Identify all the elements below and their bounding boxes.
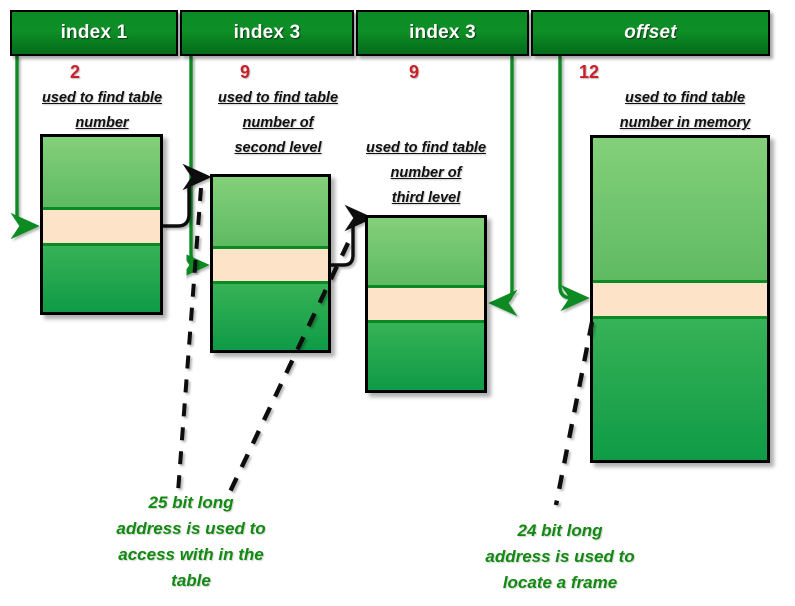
- caption-index-2: used to find table number of second leve…: [198, 86, 358, 161]
- bit-count-index-1: 2: [70, 62, 81, 82]
- note-25-line-1: 25 bit long: [148, 493, 234, 512]
- address-field-index-3-label: index 3: [409, 22, 476, 43]
- note-25-line-4: table: [171, 571, 211, 590]
- caption-index-3: used to find table number of third level: [346, 136, 506, 211]
- note-24-line-1: 24 bit long: [517, 521, 603, 540]
- note-25-line-2: address is used to: [116, 519, 266, 538]
- diagram-canvas: index 1 index 3 index 3 offset 2 9 9 12 …: [0, 0, 795, 606]
- note-25-line-3: access with in the: [118, 545, 264, 564]
- caption-index-2-line-2: number of: [242, 115, 314, 131]
- caption-index-1-line-1: used to find table: [41, 90, 163, 106]
- note-24-line-2: address is used to: [485, 547, 635, 566]
- bit-count-offset: 12: [579, 62, 600, 82]
- note-24-bit-address: 24 bit long address is used to locate a …: [460, 518, 660, 596]
- caption-index-3-line-1: used to find table: [365, 140, 487, 156]
- caption-offset-line-1: used to find table: [624, 90, 746, 106]
- note-25-bit-address: 25 bit long address is used to access wi…: [96, 490, 286, 594]
- caption-index-2-line-3: second level: [234, 140, 322, 156]
- address-field-index-2[interactable]: index 3: [180, 10, 354, 56]
- bit-count-index-3: 9: [409, 62, 420, 82]
- bit-count-index-2: 9: [240, 62, 251, 82]
- address-field-offset-label: offset: [624, 22, 677, 43]
- labels-layer: index 1 index 3 index 3 offset 2 9 9 12 …: [0, 0, 795, 606]
- caption-offset: used to find table number in memory: [600, 86, 770, 136]
- caption-index-3-line-3: third level: [391, 190, 461, 206]
- address-field-offset[interactable]: offset: [531, 10, 770, 56]
- note-24-line-3: locate a frame: [502, 573, 618, 592]
- address-field-index-1[interactable]: index 1: [10, 10, 178, 56]
- address-field-index-2-label: index 3: [233, 22, 301, 43]
- caption-index-1: used to find table number: [22, 86, 182, 136]
- address-field-index-1-label: index 1: [60, 22, 128, 43]
- caption-index-1-line-2: number: [75, 115, 129, 131]
- caption-offset-line-2: number in memory: [619, 115, 751, 131]
- caption-index-2-line-1: used to find table: [217, 90, 339, 106]
- address-field-index-3[interactable]: index 3: [356, 10, 529, 56]
- caption-index-3-line-2: number of: [390, 165, 462, 181]
